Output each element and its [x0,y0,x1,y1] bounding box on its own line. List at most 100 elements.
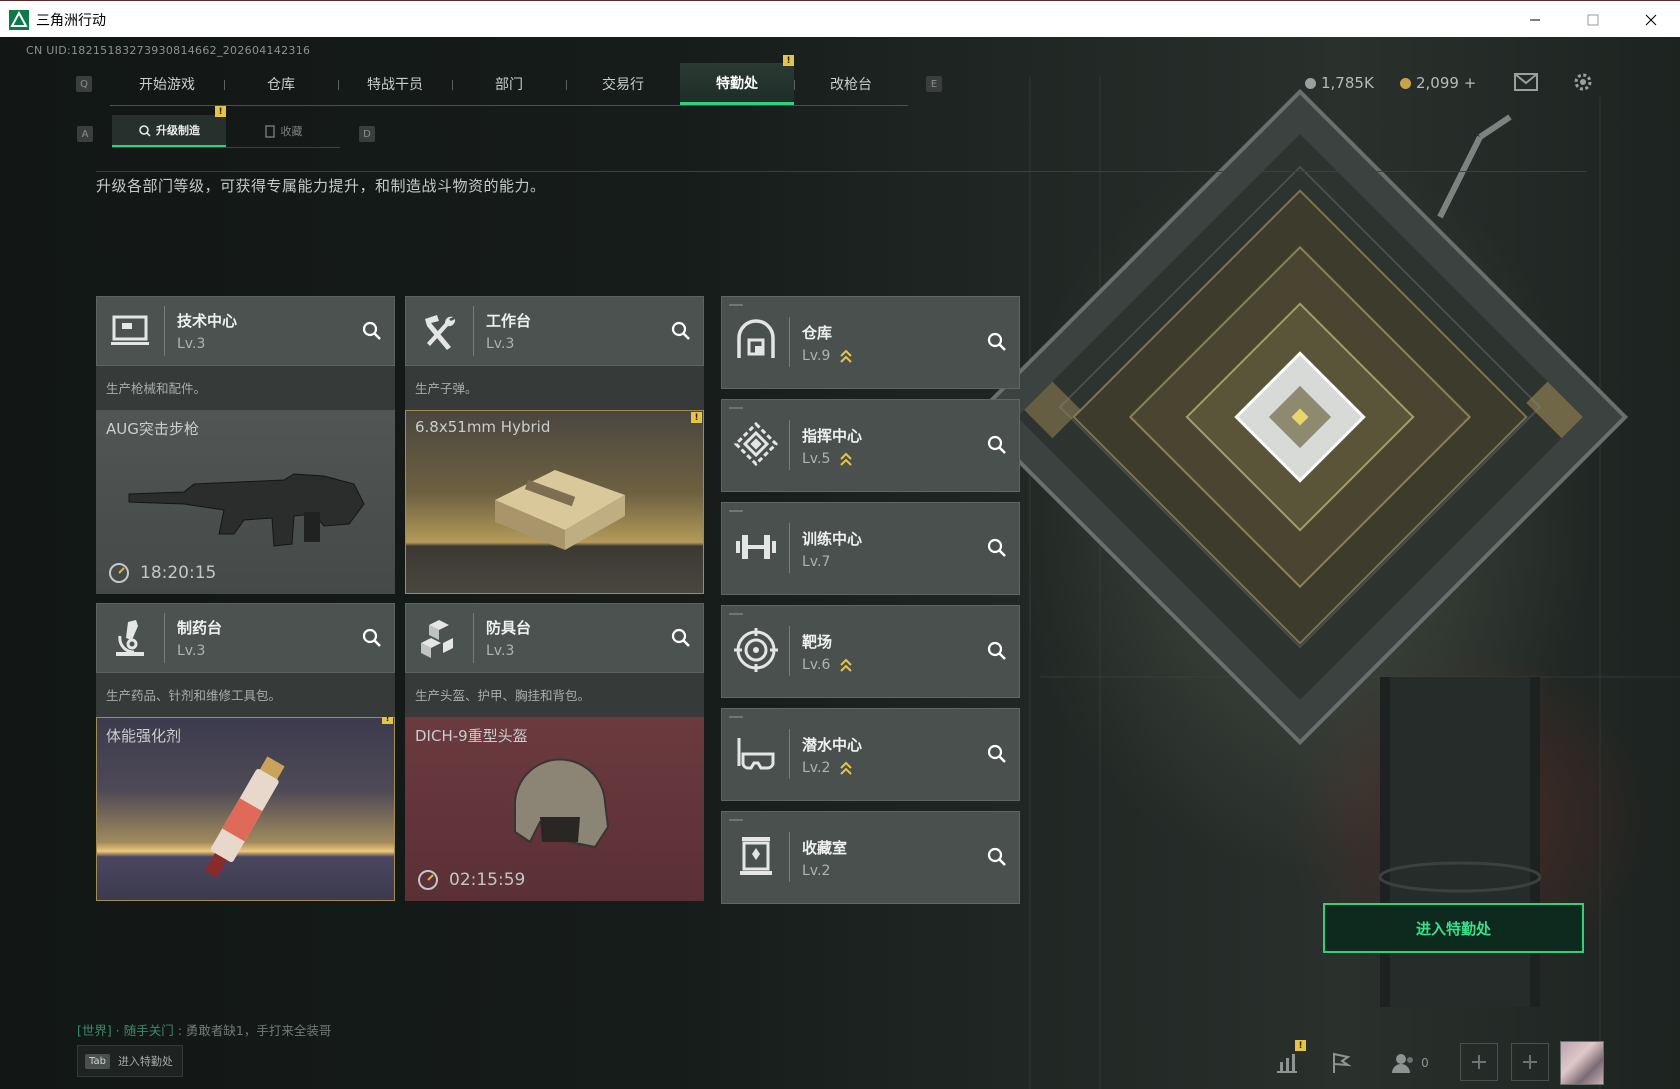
tab-key: Tab [85,1053,110,1069]
gold-amount: 2,099 + [1416,74,1477,92]
silver-amount: 1,785K [1321,74,1374,92]
tab-special-ops[interactable]: 特勤处 ! [680,55,794,105]
microscope-icon [116,620,144,656]
separator [473,306,474,356]
add-teammate-button[interactable] [1511,1043,1549,1081]
target-icon [734,628,778,672]
player-avatar[interactable] [1560,1041,1604,1085]
tab-operators[interactable]: 特战干员 [338,63,452,105]
department-level: Lv.3 [486,643,515,659]
enter-special-ops-button[interactable]: 进入特勤处 [1323,903,1584,953]
facility-card-diving-center[interactable]: 潜水中心 Lv.2 [721,708,1020,801]
friends-icon [1392,1054,1414,1073]
facility-name: 指挥中心 [802,427,863,445]
craft-slot-tech-center[interactable]: AUG突击步枪 18:20:15 [96,410,395,594]
search-icon[interactable] [986,537,1008,559]
flag-icon [1333,1052,1352,1073]
gold-currency[interactable]: 2,099 + [1400,74,1476,92]
craft-complete-badge: ! [382,717,393,724]
gold-coin-icon [1400,77,1411,89]
search-icon[interactable] [361,627,383,649]
tab-department[interactable]: 部门 [452,63,566,105]
chat-line[interactable]: [世界] · 随手关门 : 勇敢者缺1，手打来全装哥 [77,1020,331,1039]
tab-start-game[interactable]: 开始游戏 [110,63,224,105]
tab-label: 仓库 [267,77,295,93]
tab-trading[interactable]: 交易行 [566,63,680,105]
tab-warehouse[interactable]: 仓库 [224,63,338,105]
bar-chart-icon [1277,1054,1297,1073]
subnav-prev-key[interactable]: A [77,126,93,142]
minimize-icon [1530,19,1540,20]
tab-label: 特勤处 [716,75,758,92]
flag-button[interactable] [1326,1048,1356,1078]
tab-hint-button[interactable]: Tab 进入特勤处 [77,1045,183,1077]
armor-blocks-icon [421,620,453,658]
search-icon[interactable] [986,846,1008,868]
add-teammate-button[interactable] [1460,1043,1498,1081]
main-nav: 开始游戏 仓库 特战干员 部门 交易行 特勤处 ! 改枪台 [110,55,908,106]
subnav-next-key[interactable]: D [359,126,375,142]
player-uid: CN UID:18215183273930814662_202604142316 [26,44,311,57]
tab-label: 交易行 [602,77,644,93]
department-description: 生产药品、针剂和维修工具包。 [96,673,395,717]
search-icon[interactable] [986,331,1008,353]
timer-icon [418,870,438,890]
nav-prev-key[interactable]: Q [76,76,92,92]
page-description: 升级各部门等级，可获得专属能力提升，和制造战斗物资的能力。 [96,177,546,195]
department-card-pharmacy[interactable]: 制药台 Lv.3 [96,603,395,673]
facility-card-command-center[interactable]: 指挥中心 Lv.5 [721,399,1020,492]
timer-text: 18:20:15 [140,563,217,583]
sub-nav: 升级制造 ! 收藏 [112,106,340,148]
department-card-tech-center[interactable]: 技术中心 Lv.3 [96,296,395,366]
craft-slot-workbench[interactable]: ! 6.8x51mm Hybrid [405,410,704,594]
plus-icon [1523,1055,1537,1069]
minimize-button[interactable] [1506,1,1564,38]
facility-card-training-center[interactable]: 训练中心 Lv.7 [721,502,1020,595]
friends-button[interactable]: 0 [1386,1048,1434,1078]
separator [789,420,790,470]
subtab-label: 升级制造 [156,124,200,137]
craft-slot-pharmacy[interactable]: ! 体能强化剂 [96,717,395,901]
tab-gunsmith[interactable]: 改枪台 [794,63,908,105]
department-level: Lv.3 [177,643,206,659]
separator [789,729,790,779]
search-icon[interactable] [986,743,1008,765]
craft-timer: 18:20:15 [108,562,216,584]
corner-tick [729,304,743,306]
department-card-workbench[interactable]: 工作台 Lv.3 [405,296,704,366]
divider [96,171,1586,172]
corner-tick [729,407,743,409]
facility-name: 仓库 [802,324,833,342]
notification-badge: ! [215,106,226,117]
department-description: 生产枪械和配件。 [96,366,395,410]
search-icon[interactable] [361,320,383,342]
settings-gear-icon[interactable] [1571,70,1595,94]
craft-slot-armor-bench[interactable]: DICH-9重型头盔 02:15:59 [405,717,704,901]
tab-label: 特战干员 [367,77,423,93]
subtab-upgrade-craft[interactable]: 升级制造 ! [112,106,226,147]
close-button[interactable] [1622,1,1680,38]
separator [789,626,790,676]
department-name: 工作台 [486,312,532,330]
facility-card-warehouse[interactable]: 仓库 Lv.9 [721,296,1020,389]
mail-icon[interactable] [1514,73,1538,91]
corner-tick [729,716,743,718]
timer-icon [109,563,129,583]
department-card-armor-bench[interactable]: 防具台 Lv.3 [405,603,704,673]
department-name: 防具台 [486,619,532,637]
search-icon[interactable] [986,640,1008,662]
search-icon[interactable] [986,434,1008,456]
stats-button[interactable]: ! [1272,1040,1306,1078]
friends-count: 0 [1421,1056,1429,1070]
facility-name: 训练中心 [802,530,863,548]
facility-card-shooting-range[interactable]: 靶场 Lv.6 [721,605,1020,698]
nav-next-key[interactable]: E [926,76,942,92]
maximize-button[interactable] [1564,1,1622,38]
facility-card-collection-room[interactable]: 收藏室 Lv.2 [721,811,1020,904]
search-icon[interactable] [670,627,692,649]
search-icon[interactable] [670,320,692,342]
subtab-collection[interactable]: 收藏 [226,115,340,147]
craft-timer: 02:15:59 [417,869,525,891]
craft-complete-badge: ! [691,412,702,423]
department-name: 技术中心 [177,312,238,330]
